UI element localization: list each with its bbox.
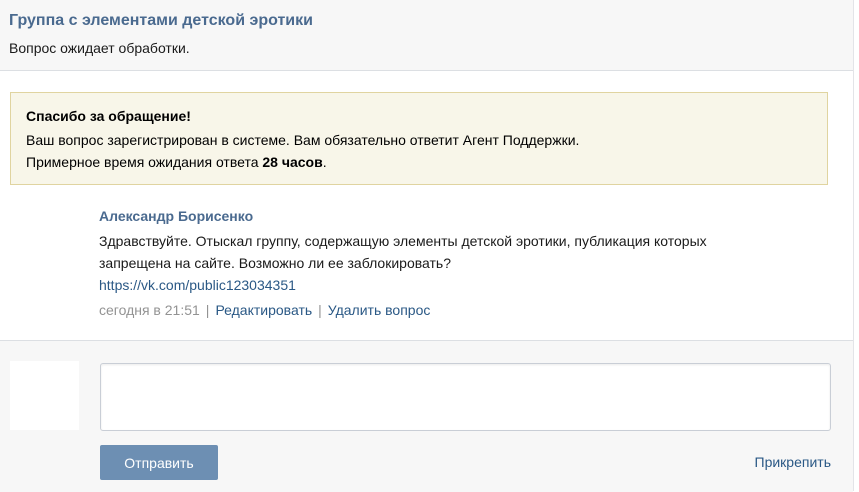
question-status: Вопрос ожидает обработки. [9, 40, 190, 56]
reply-composer: Отправить Прикрепить [0, 340, 853, 492]
send-button[interactable]: Отправить [100, 445, 218, 480]
post-meta: сегодня в 21:51 | Редактировать | Удалить во… [99, 300, 819, 320]
notice-wait-time-text: Примерное время ожидания ответа 28 часов… [26, 154, 327, 170]
thank-you-notice: Спасибо за обращение! Ваш вопрос зарегис… [10, 92, 828, 185]
wait-time-prefix: Примерное время ожидания ответа [26, 154, 263, 170]
post-timestamp: сегодня в 21:51 [99, 302, 200, 318]
delete-question-link[interactable]: Удалить вопрос [328, 302, 431, 318]
meta-separator: | [318, 302, 322, 318]
wait-time-value: 28 часов [262, 154, 323, 170]
edit-link[interactable]: Редактировать [215, 302, 312, 318]
meta-separator: | [205, 302, 210, 318]
question-title: Группа с элементами детской эротики [9, 12, 313, 29]
post-url-link[interactable]: https://vk.com/public123034351 [99, 274, 819, 296]
notice-registered-text: Ваш вопрос зарегистрирован в системе. Ва… [26, 132, 580, 148]
post-text: Здравствуйте. Отыскал группу, содержащую… [99, 233, 707, 271]
wait-time-suffix: . [322, 154, 327, 170]
notice-title: Спасибо за обращение! [26, 108, 191, 124]
post-author-link[interactable]: Александр Борисенко [99, 207, 819, 225]
question-post: Александр Борисенко Здравствуйте. Отыска… [99, 207, 819, 320]
reply-input[interactable] [100, 363, 831, 431]
question-header: Группа с элементами детской эротики Вопр… [0, 0, 853, 71]
attach-link[interactable]: Прикрепить [755, 454, 831, 470]
user-avatar [10, 361, 79, 430]
support-question-page: Группа с элементами детской эротики Вопр… [0, 0, 854, 492]
